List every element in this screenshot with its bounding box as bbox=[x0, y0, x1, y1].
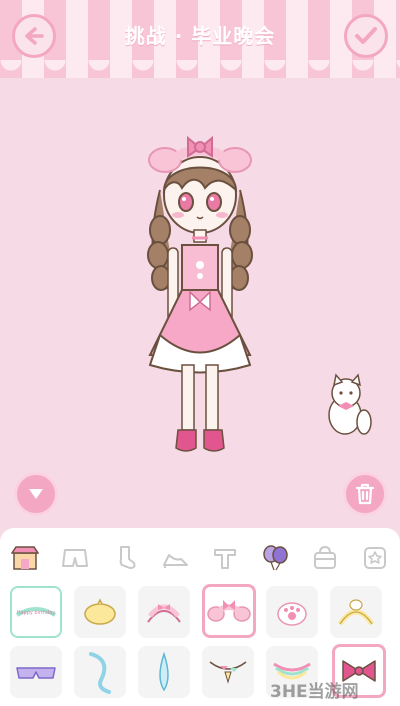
tab-background[interactable] bbox=[0, 536, 50, 580]
awning-scallop bbox=[0, 60, 400, 80]
star-badge-icon bbox=[364, 547, 386, 569]
watermark: 3HE当游网 bbox=[270, 681, 359, 702]
shorts-icon bbox=[62, 549, 88, 567]
item-ribbon-tiara[interactable]: Happy birthday bbox=[10, 586, 62, 638]
tab-badges[interactable] bbox=[350, 536, 400, 580]
tab-tops[interactable] bbox=[200, 536, 250, 580]
category-tabs bbox=[0, 536, 400, 580]
back-button[interactable] bbox=[12, 14, 56, 58]
bag-icon bbox=[314, 545, 336, 569]
tab-socks[interactable] bbox=[100, 536, 150, 580]
item-pink-bow-headband[interactable] bbox=[202, 584, 256, 638]
dressup-stage bbox=[0, 80, 400, 530]
tab-shoes[interactable] bbox=[150, 536, 200, 580]
heart-garland-icon bbox=[209, 661, 247, 684]
trash-icon bbox=[355, 483, 375, 505]
cat-pet bbox=[328, 373, 372, 435]
yellow-crown-headband-icon bbox=[337, 599, 375, 626]
page-title: 挑战 · 毕业晚会 bbox=[124, 24, 276, 48]
svg-text:Happy birthday: Happy birthday bbox=[17, 610, 56, 616]
item-paw-hairclip[interactable] bbox=[266, 586, 318, 638]
lace-headband-icon bbox=[147, 604, 181, 623]
delete-button[interactable] bbox=[343, 472, 387, 516]
tab-props[interactable] bbox=[250, 536, 300, 580]
blue-drop-icon bbox=[159, 651, 169, 692]
ribbon-tiara-icon: Happy birthday bbox=[15, 607, 57, 617]
pink-bow-headband-icon bbox=[207, 600, 251, 622]
background-shop-icon bbox=[11, 546, 39, 570]
blue-feather-icon bbox=[89, 652, 111, 694]
item-blue-drop[interactable] bbox=[138, 646, 190, 698]
top-shirt-icon bbox=[214, 549, 236, 569]
balloons-icon bbox=[263, 545, 288, 571]
confirm-button[interactable] bbox=[344, 14, 388, 58]
item-yellow-beret[interactable] bbox=[74, 586, 126, 638]
paw-hairclip-icon bbox=[277, 602, 307, 626]
tab-bags[interactable] bbox=[300, 536, 350, 580]
item-yellow-crown-headband[interactable] bbox=[330, 586, 382, 638]
chevron-down-icon bbox=[29, 489, 43, 499]
purple-sunglasses-icon bbox=[16, 667, 56, 679]
item-lace-headband[interactable] bbox=[138, 586, 190, 638]
high-heel-icon bbox=[163, 554, 188, 568]
item-purple-sunglasses[interactable] bbox=[10, 646, 62, 698]
checkmark-icon bbox=[355, 27, 377, 44]
character-illustration bbox=[147, 135, 372, 452]
item-blue-feather[interactable] bbox=[74, 646, 126, 698]
collapse-button[interactable] bbox=[14, 472, 58, 516]
yellow-beret-icon bbox=[84, 598, 116, 625]
sock-icon bbox=[119, 546, 136, 569]
item-heart-garland[interactable] bbox=[202, 646, 254, 698]
back-arrow-icon bbox=[25, 27, 44, 45]
tab-bottoms[interactable] bbox=[50, 536, 100, 580]
